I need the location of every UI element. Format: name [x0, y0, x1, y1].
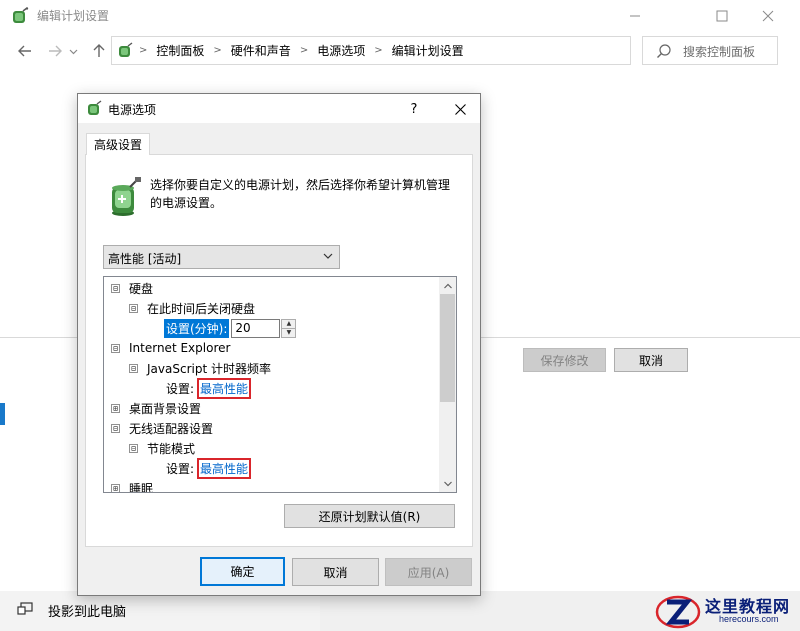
- back-button[interactable]: [15, 40, 35, 62]
- tree-item-label: 睡眠: [129, 481, 154, 493]
- tab-advanced-settings[interactable]: 高级设置: [86, 133, 150, 155]
- tree-setting-js-timer: 设置: 最高性能: [166, 377, 252, 399]
- forward-button[interactable]: [45, 40, 65, 62]
- tree-item-wireless-adapter[interactable]: ⊟ 无线适配器设置: [111, 418, 213, 438]
- recent-locations-button[interactable]: [66, 40, 80, 62]
- settings-tree[interactable]: ⊟ 硬盘 ⊟ 在此时间后关闭硬盘 设置(分钟): 20 ▲ ▼ ⊟ Intern…: [103, 276, 457, 493]
- tree-setting-power-saving: 设置: 最高性能: [166, 457, 252, 479]
- tree-item-javascript-timer[interactable]: ⊟ JavaScript 计时器频率: [129, 358, 271, 378]
- scrollbar-thumb[interactable]: [440, 294, 455, 402]
- window-title: 编辑计划设置: [37, 9, 110, 23]
- apply-button[interactable]: 应用(A): [385, 558, 472, 586]
- breadcrumb-item[interactable]: 控制面板: [156, 42, 204, 59]
- watermark-url: herecours.com: [719, 614, 779, 624]
- search-placeholder: 搜索控制面板: [683, 45, 756, 59]
- close-button[interactable]: [745, 0, 791, 31]
- setting-label: 设置:: [166, 461, 195, 476]
- chevron-down-icon: [69, 49, 77, 54]
- address-bar[interactable]: > 控制面板 > 硬件和声音 > 电源选项 > 编辑计划设置: [111, 36, 732, 65]
- dialog-title: 电源选项: [108, 103, 157, 117]
- setting-label: 设置:: [166, 381, 195, 396]
- dialog-cancel-button[interactable]: 取消: [292, 558, 379, 586]
- power-options-icon: [88, 100, 102, 115]
- breadcrumb-item[interactable]: 电源选项: [317, 42, 365, 59]
- expand-icon[interactable]: ⊞: [111, 483, 120, 492]
- scroll-down-icon[interactable]: [439, 475, 456, 492]
- collapse-icon[interactable]: ⊟: [111, 283, 120, 293]
- tree-item-hard-disk[interactable]: ⊟ 硬盘: [111, 278, 153, 298]
- close-icon: [454, 103, 466, 115]
- dialog-description: 选择你要自定义的电源计划，然后选择你希望计算机管理的电源设置。: [150, 178, 451, 210]
- power-options-icon: [13, 7, 29, 23]
- up-button[interactable]: [89, 40, 109, 62]
- search-input[interactable]: 搜索控制面板: [642, 36, 778, 65]
- tree-item-sleep[interactable]: ⊞ 睡眠: [111, 478, 154, 493]
- dialog-title-bar: 电源选项 ?: [78, 94, 480, 123]
- tree-scrollbar[interactable]: [439, 277, 456, 492]
- breadcrumb-item[interactable]: 硬件和声音: [231, 42, 291, 59]
- address-toolbar: > 控制面板 > 硬件和声音 > 电源选项 > 编辑计划设置 搜索控制面板: [0, 31, 800, 71]
- collapse-icon[interactable]: ⊟: [111, 423, 120, 433]
- setting-value-link[interactable]: 最高性能: [197, 457, 252, 479]
- power-options-dialog: 电源选项 ? 高级设置 选择你要自定义的电源计划，然后选择你希望计算机管理的电源…: [77, 93, 481, 596]
- project-to-pc-icon: [17, 602, 33, 615]
- cancel-button[interactable]: 取消: [614, 348, 688, 372]
- maximize-icon: [716, 10, 728, 21]
- control-panel-icon: [119, 42, 133, 57]
- dialog-close-button[interactable]: [442, 98, 478, 120]
- arrow-up-icon: [93, 44, 105, 57]
- restore-defaults-button[interactable]: 还原计划默认值(R): [284, 504, 455, 528]
- chevron-down-icon: [322, 250, 334, 262]
- watermark: 这里教程网 herecours.com: [655, 590, 800, 631]
- close-icon: [762, 10, 774, 21]
- spin-down-icon[interactable]: ▼: [282, 328, 296, 337]
- setting-label: 设置(分钟):: [164, 318, 230, 338]
- minimize-icon: [630, 15, 640, 16]
- save-changes-button[interactable]: 保存修改: [523, 348, 606, 372]
- tree-item-label: 硬盘: [129, 281, 154, 296]
- spin-up-icon[interactable]: ▲: [282, 319, 296, 329]
- tree-item-label: 在此时间后关闭硬盘: [147, 301, 256, 316]
- battery-plug-icon: [112, 177, 141, 216]
- tree-item-desktop-background[interactable]: ⊞ 桌面背景设置: [111, 398, 201, 418]
- help-button[interactable]: ?: [396, 98, 432, 120]
- power-plan-selected: 高性能 [活动]: [108, 252, 182, 266]
- advanced-settings-panel: 选择你要自定义的电源计划，然后选择你希望计算机管理的电源设置。 高性能 [活动]…: [85, 154, 473, 547]
- breadcrumb: > 控制面板 > 硬件和声音 > 电源选项 > 编辑计划设置: [139, 42, 464, 59]
- tree-item-label: Internet Explorer: [129, 341, 231, 355]
- tree-item-label: 节能模式: [147, 441, 196, 456]
- tree-item-internet-explorer[interactable]: ⊟ Internet Explorer: [111, 338, 230, 358]
- tree-item-turn-off-disk[interactable]: ⊟ 在此时间后关闭硬盘: [129, 298, 255, 318]
- selection-indicator: [0, 403, 5, 425]
- minimize-button[interactable]: [612, 0, 658, 31]
- search-icon: [657, 44, 671, 58]
- watermark-logo-icon: [655, 595, 701, 629]
- tree-item-label: JavaScript 计时器频率: [147, 361, 271, 376]
- tree-setting-minutes: 设置(分钟): 20 ▲ ▼: [164, 318, 297, 338]
- setting-value-link[interactable]: 最高性能: [197, 377, 252, 399]
- maximize-button[interactable]: [699, 0, 745, 31]
- ok-button[interactable]: 确定: [200, 557, 285, 586]
- breadcrumb-item[interactable]: 编辑计划设置: [392, 42, 464, 59]
- collapse-icon[interactable]: ⊟: [129, 443, 138, 453]
- expand-icon[interactable]: ⊞: [111, 403, 120, 413]
- minutes-input[interactable]: 20: [231, 318, 281, 338]
- collapse-icon[interactable]: ⊟: [129, 363, 138, 373]
- collapse-icon[interactable]: ⊟: [129, 303, 138, 313]
- tree-item-label: 桌面背景设置: [129, 401, 202, 416]
- collapse-icon[interactable]: ⊟: [111, 343, 120, 353]
- minutes-spinner[interactable]: ▲ ▼: [281, 318, 297, 338]
- scroll-up-icon[interactable]: [439, 277, 456, 294]
- project-to-pc-label[interactable]: 投影到此电脑: [48, 601, 126, 620]
- tree-item-power-saving-mode[interactable]: ⊟ 节能模式: [129, 438, 195, 458]
- power-plan-select[interactable]: 高性能 [活动]: [103, 245, 340, 269]
- arrow-right-icon: [49, 45, 62, 57]
- main-title-bar: 编辑计划设置: [0, 0, 800, 31]
- tree-item-label: 无线适配器设置: [129, 421, 214, 436]
- arrow-left-icon: [18, 45, 31, 57]
